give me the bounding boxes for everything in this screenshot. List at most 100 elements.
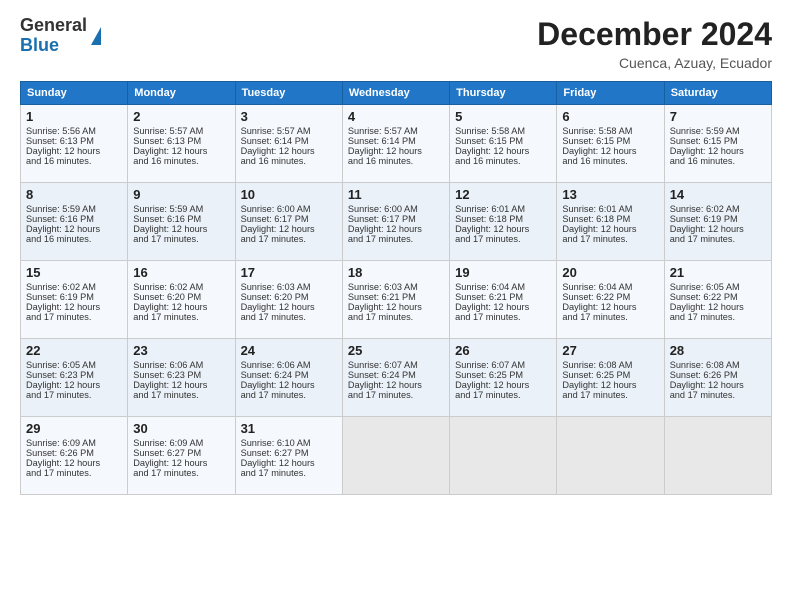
- location-title: Cuenca, Azuay, Ecuador: [537, 55, 772, 71]
- day-number: 24: [241, 343, 337, 358]
- day-cell: 27 Sunrise: 6:08 AM Sunset: 6:25 PM Dayl…: [557, 339, 664, 417]
- daylight-value: and 17 minutes.: [670, 234, 735, 244]
- sunrise-label: Sunrise: 6:06 AM: [133, 360, 203, 370]
- sunrise-label: Sunrise: 6:04 AM: [455, 282, 525, 292]
- sunset-label: Sunset: 6:25 PM: [455, 370, 523, 380]
- sunset-label: Sunset: 6:13 PM: [26, 136, 94, 146]
- sunrise-label: Sunrise: 6:08 AM: [670, 360, 740, 370]
- sunrise-label: Sunrise: 6:02 AM: [133, 282, 203, 292]
- day-cell: 17 Sunrise: 6:03 AM Sunset: 6:20 PM Dayl…: [235, 261, 342, 339]
- daylight-label: Daylight: 12 hours: [455, 146, 529, 156]
- sunset-label: Sunset: 6:17 PM: [241, 214, 309, 224]
- logo-block: General Blue: [20, 16, 101, 56]
- day-cell: 7 Sunrise: 5:59 AM Sunset: 6:15 PM Dayli…: [664, 105, 771, 183]
- daylight-value: and 16 minutes.: [670, 156, 735, 166]
- sunset-label: Sunset: 6:19 PM: [26, 292, 94, 302]
- daylight-value: and 17 minutes.: [241, 468, 306, 478]
- daylight-label: Daylight: 12 hours: [348, 146, 422, 156]
- day-cell: 15 Sunrise: 6:02 AM Sunset: 6:19 PM Dayl…: [21, 261, 128, 339]
- daylight-label: Daylight: 12 hours: [241, 224, 315, 234]
- day-cell: 2 Sunrise: 5:57 AM Sunset: 6:13 PM Dayli…: [128, 105, 235, 183]
- sunset-label: Sunset: 6:14 PM: [348, 136, 416, 146]
- day-cell: 4 Sunrise: 5:57 AM Sunset: 6:14 PM Dayli…: [342, 105, 449, 183]
- logo: General Blue: [20, 16, 101, 56]
- daylight-value: and 16 minutes.: [26, 234, 91, 244]
- sunset-label: Sunset: 6:18 PM: [562, 214, 630, 224]
- calendar-header: Sunday Monday Tuesday Wednesday Thursday…: [21, 82, 772, 105]
- day-cell: [557, 417, 664, 495]
- day-cell: 31 Sunrise: 6:10 AM Sunset: 6:27 PM Dayl…: [235, 417, 342, 495]
- sunrise-label: Sunrise: 5:59 AM: [133, 204, 203, 214]
- day-cell: 14 Sunrise: 6:02 AM Sunset: 6:19 PM Dayl…: [664, 183, 771, 261]
- day-number: 31: [241, 421, 337, 436]
- page: General Blue December 2024 Cuenca, Azuay…: [0, 0, 792, 612]
- daylight-label: Daylight: 12 hours: [241, 302, 315, 312]
- day-number: 23: [133, 343, 229, 358]
- sunset-label: Sunset: 6:13 PM: [133, 136, 201, 146]
- daylight-label: Daylight: 12 hours: [670, 380, 744, 390]
- sunrise-label: Sunrise: 6:05 AM: [26, 360, 96, 370]
- daylight-label: Daylight: 12 hours: [455, 224, 529, 234]
- daylight-value: and 17 minutes.: [241, 312, 306, 322]
- col-wednesday: Wednesday: [342, 82, 449, 105]
- day-cell: 30 Sunrise: 6:09 AM Sunset: 6:27 PM Dayl…: [128, 417, 235, 495]
- sunrise-label: Sunrise: 6:00 AM: [241, 204, 311, 214]
- day-number: 27: [562, 343, 658, 358]
- sunset-label: Sunset: 6:20 PM: [241, 292, 309, 302]
- col-thursday: Thursday: [450, 82, 557, 105]
- sunset-label: Sunset: 6:26 PM: [26, 448, 94, 458]
- daylight-label: Daylight: 12 hours: [348, 224, 422, 234]
- day-number: 14: [670, 187, 766, 202]
- sunrise-label: Sunrise: 6:03 AM: [241, 282, 311, 292]
- daylight-value: and 17 minutes.: [133, 312, 198, 322]
- week-row-2: 15 Sunrise: 6:02 AM Sunset: 6:19 PM Dayl…: [21, 261, 772, 339]
- day-number: 10: [241, 187, 337, 202]
- col-tuesday: Tuesday: [235, 82, 342, 105]
- daylight-label: Daylight: 12 hours: [26, 302, 100, 312]
- sunrise-label: Sunrise: 6:02 AM: [670, 204, 740, 214]
- daylight-value: and 17 minutes.: [26, 468, 91, 478]
- daylight-value: and 17 minutes.: [133, 390, 198, 400]
- sunset-label: Sunset: 6:20 PM: [133, 292, 201, 302]
- sunset-label: Sunset: 6:22 PM: [562, 292, 630, 302]
- day-number: 16: [133, 265, 229, 280]
- daylight-label: Daylight: 12 hours: [455, 302, 529, 312]
- day-cell: 28 Sunrise: 6:08 AM Sunset: 6:26 PM Dayl…: [664, 339, 771, 417]
- day-cell: 25 Sunrise: 6:07 AM Sunset: 6:24 PM Dayl…: [342, 339, 449, 417]
- daylight-value: and 17 minutes.: [26, 390, 91, 400]
- daylight-value: and 17 minutes.: [562, 234, 627, 244]
- sunrise-label: Sunrise: 6:00 AM: [348, 204, 418, 214]
- day-cell: [450, 417, 557, 495]
- day-cell: 12 Sunrise: 6:01 AM Sunset: 6:18 PM Dayl…: [450, 183, 557, 261]
- day-cell: 1 Sunrise: 5:56 AM Sunset: 6:13 PM Dayli…: [21, 105, 128, 183]
- day-number: 28: [670, 343, 766, 358]
- day-number: 1: [26, 109, 122, 124]
- day-cell: [664, 417, 771, 495]
- day-number: 22: [26, 343, 122, 358]
- day-number: 18: [348, 265, 444, 280]
- daylight-label: Daylight: 12 hours: [26, 146, 100, 156]
- day-cell: 16 Sunrise: 6:02 AM Sunset: 6:20 PM Dayl…: [128, 261, 235, 339]
- daylight-label: Daylight: 12 hours: [26, 224, 100, 234]
- day-cell: 10 Sunrise: 6:00 AM Sunset: 6:17 PM Dayl…: [235, 183, 342, 261]
- day-number: 15: [26, 265, 122, 280]
- sunrise-label: Sunrise: 6:09 AM: [26, 438, 96, 448]
- day-number: 9: [133, 187, 229, 202]
- daylight-value: and 17 minutes.: [670, 390, 735, 400]
- day-cell: 22 Sunrise: 6:05 AM Sunset: 6:23 PM Dayl…: [21, 339, 128, 417]
- sunset-label: Sunset: 6:23 PM: [26, 370, 94, 380]
- sunset-label: Sunset: 6:16 PM: [26, 214, 94, 224]
- day-cell: [342, 417, 449, 495]
- sunset-label: Sunset: 6:26 PM: [670, 370, 738, 380]
- sunrise-label: Sunrise: 5:57 AM: [133, 126, 203, 136]
- day-number: 29: [26, 421, 122, 436]
- daylight-label: Daylight: 12 hours: [133, 224, 207, 234]
- sunrise-label: Sunrise: 5:58 AM: [455, 126, 525, 136]
- week-row-4: 29 Sunrise: 6:09 AM Sunset: 6:26 PM Dayl…: [21, 417, 772, 495]
- sunrise-label: Sunrise: 6:03 AM: [348, 282, 418, 292]
- daylight-value: and 17 minutes.: [562, 312, 627, 322]
- daylight-label: Daylight: 12 hours: [133, 380, 207, 390]
- sunset-label: Sunset: 6:15 PM: [455, 136, 523, 146]
- day-cell: 19 Sunrise: 6:04 AM Sunset: 6:21 PM Dayl…: [450, 261, 557, 339]
- day-cell: 23 Sunrise: 6:06 AM Sunset: 6:23 PM Dayl…: [128, 339, 235, 417]
